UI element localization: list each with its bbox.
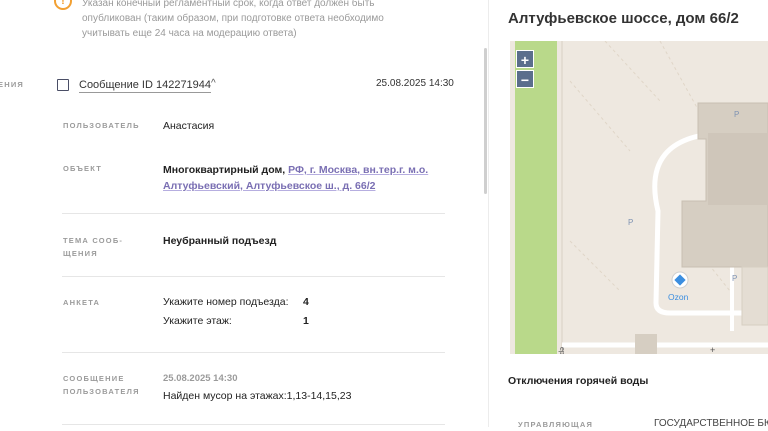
- user-message-label: Сообщение пользователя: [63, 374, 140, 396]
- survey-question-1: Укажите номер подъезда:: [163, 296, 289, 308]
- svg-text:P: P: [734, 110, 739, 119]
- svg-text:Ozon: Ozon: [668, 292, 689, 302]
- divider: [62, 276, 445, 277]
- zoom-in-button[interactable]: +: [516, 50, 534, 68]
- management-company-value: ГОСУДАРСТВЕННОЕ БЮ: [654, 418, 768, 429]
- warning-icon: !: [54, 0, 72, 10]
- zoom-out-button[interactable]: −: [516, 70, 534, 88]
- message-date: 25.08.2025 14:30: [376, 78, 454, 89]
- svg-text:+: +: [710, 345, 715, 354]
- svg-text:P: P: [732, 274, 737, 283]
- map-title: Алтуфьевское шоссе, дом 66/2: [508, 10, 739, 27]
- svg-text:P: P: [628, 218, 633, 227]
- object-value: Многоквартирный дом, РФ, г. Москва, вн.т…: [163, 162, 448, 194]
- deadline-notice: Указан конечный регламентный срок, когда…: [82, 0, 384, 39]
- divider: [62, 213, 445, 214]
- left-cut-label: ения: [0, 80, 24, 89]
- hot-water-outages-title: Отключения горячей воды: [508, 375, 649, 387]
- survey-question-2: Укажите этаж:: [163, 315, 232, 327]
- divider: [62, 352, 445, 353]
- map-canvas: P P P Ozon ер +: [510, 41, 768, 354]
- user-message-text: Найден мусор на этажах:1,13-14,15,23: [163, 390, 352, 402]
- user-label: Пользователь: [63, 121, 140, 130]
- topic-value: Неубранный подъезд: [163, 235, 277, 247]
- survey-answer-2: 1: [303, 315, 309, 327]
- survey-answer-1: 4: [303, 296, 309, 308]
- management-company-label: Управляющая: [518, 420, 594, 429]
- chevron-up-icon[interactable]: ^: [211, 78, 216, 89]
- object-label: Объект: [63, 164, 103, 173]
- map[interactable]: P P P Ozon ер + + −: [510, 41, 768, 354]
- scrollbar-thumb[interactable]: [484, 48, 487, 194]
- object-type: Многоквартирный дом,: [163, 164, 286, 176]
- topic-label: Тема сооб- щения: [63, 236, 124, 258]
- panel-separator: [488, 0, 489, 427]
- user-message-date: 25.08.2025 14:30: [163, 373, 238, 384]
- svg-text:ер: ер: [558, 347, 565, 354]
- user-value: Анастасия: [163, 120, 215, 132]
- divider: [62, 424, 445, 425]
- survey-label: Анкета: [63, 298, 101, 307]
- message-id-link[interactable]: Сообщение ID 142271944: [79, 78, 212, 93]
- message-checkbox[interactable]: [57, 79, 69, 91]
